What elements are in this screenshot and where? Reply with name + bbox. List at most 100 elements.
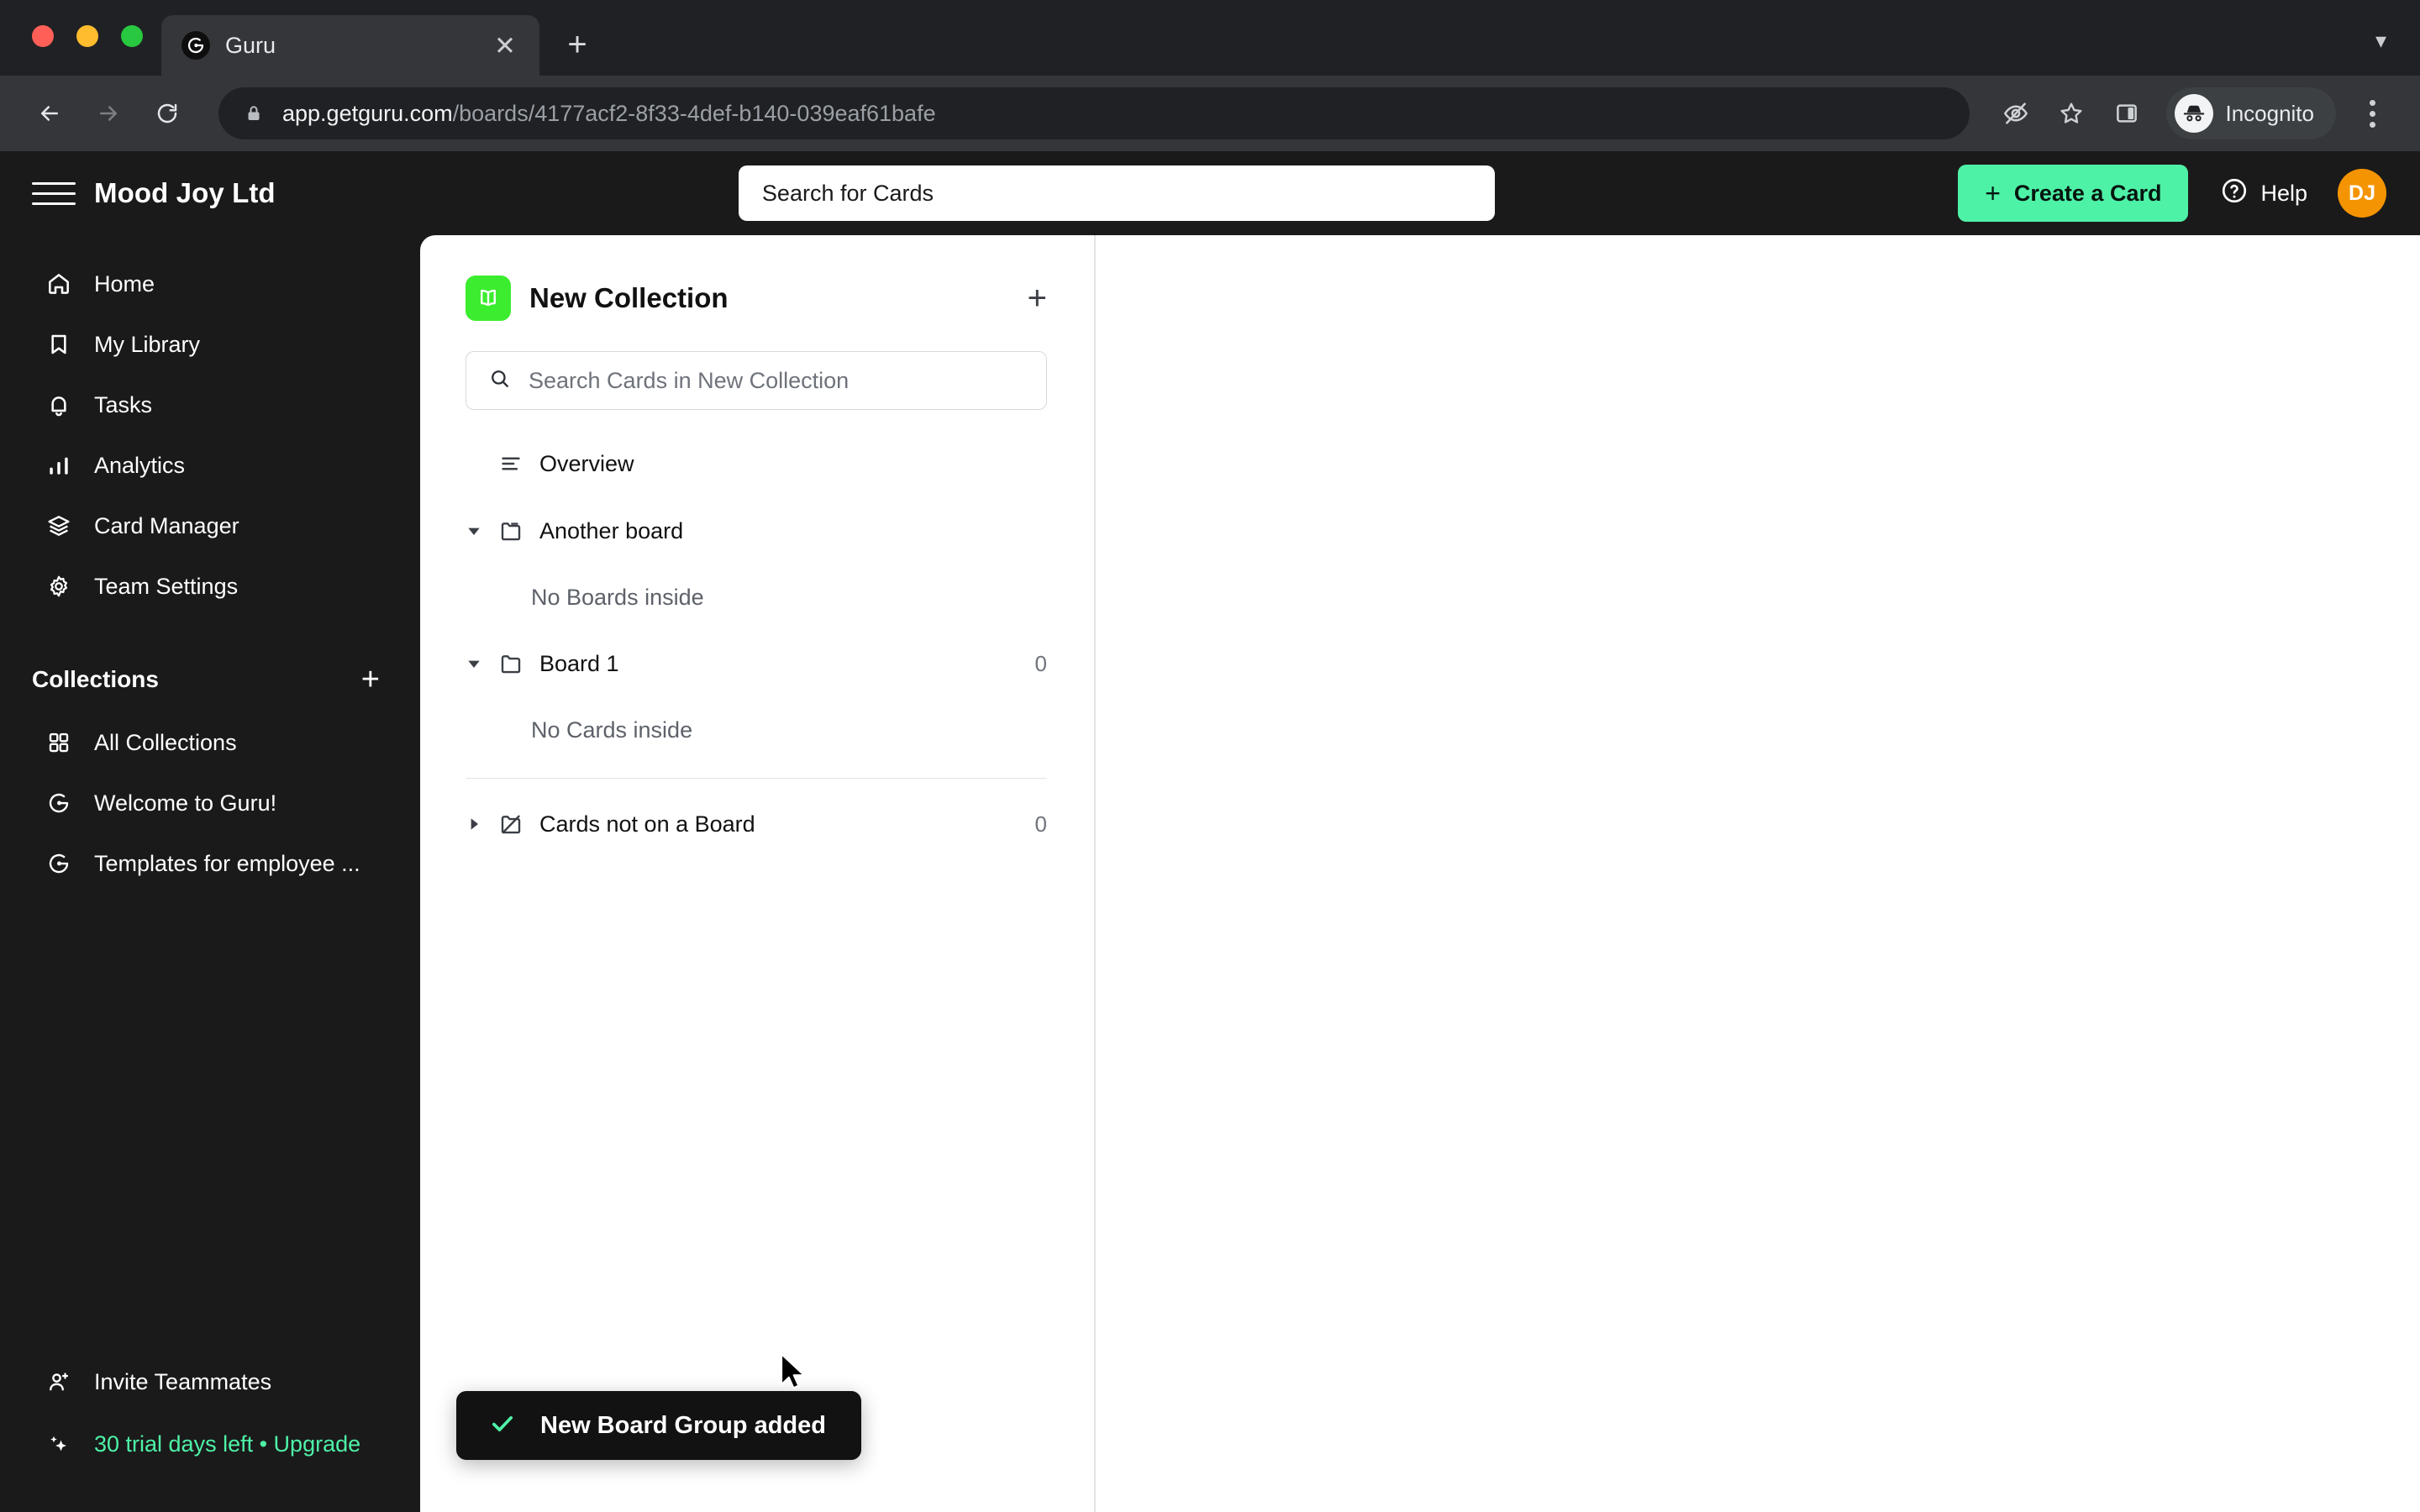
sidebar-item-label: My Library bbox=[94, 331, 201, 357]
guru-app: Mood Joy Ltd Search for Cards + Create a… bbox=[0, 151, 2420, 1512]
create-card-button[interactable]: + Create a Card bbox=[1958, 165, 2189, 222]
collection-search-placeholder: Search Cards in New Collection bbox=[529, 367, 850, 393]
tree-item-label: Overview bbox=[539, 450, 634, 476]
star-icon[interactable] bbox=[2045, 87, 2097, 139]
toast-notification: New Board Group added bbox=[456, 1391, 861, 1460]
search-placeholder: Search for Cards bbox=[761, 180, 934, 206]
eye-slash-icon[interactable] bbox=[1990, 87, 2042, 139]
sidebar-item-label: Tasks bbox=[94, 391, 153, 417]
header-search-wrap: Search for Cards bbox=[276, 165, 1959, 221]
sidebar-item-all-collections[interactable]: All Collections bbox=[0, 712, 420, 773]
plus-icon[interactable]: + bbox=[553, 20, 602, 69]
grid-icon bbox=[44, 727, 74, 758]
incognito-indicator[interactable]: Incognito bbox=[2166, 87, 2336, 139]
team-name: Mood Joy Ltd bbox=[94, 177, 276, 208]
sidebar-item-card-manager[interactable]: Card Manager bbox=[0, 496, 420, 556]
board-tree: Overview Another board No Boards inside … bbox=[420, 430, 1094, 858]
kebab-menu-icon[interactable] bbox=[2348, 87, 2396, 139]
tree-item-label: Board 1 bbox=[539, 650, 619, 676]
layers-icon bbox=[44, 511, 74, 541]
address-bar-url: app.getguru.com/boards/4177acf2-8f33-4de… bbox=[282, 101, 936, 127]
caret-down-icon[interactable] bbox=[466, 522, 494, 539]
window-controls bbox=[0, 25, 143, 76]
collections-title: Collections bbox=[32, 666, 159, 692]
close-window-button[interactable] bbox=[32, 25, 54, 47]
toolbar-actions: Incognito bbox=[1990, 87, 2396, 139]
url-host: app.getguru.com bbox=[282, 100, 453, 126]
tree-item-label: Another board bbox=[539, 517, 684, 543]
sidebar-item-team-settings[interactable]: Team Settings bbox=[0, 556, 420, 617]
bookmark-icon bbox=[44, 329, 74, 360]
folder-icon bbox=[494, 651, 528, 676]
board-detail-pane bbox=[1096, 235, 2420, 1512]
plus-icon[interactable]: + bbox=[1028, 281, 1047, 315]
tree-item-another-board[interactable]: Another board bbox=[420, 497, 1094, 564]
tree-empty-no-boards: No Boards inside bbox=[531, 584, 704, 610]
page-title: New Collection bbox=[529, 282, 729, 313]
browser-tab-title: Guru bbox=[225, 32, 276, 58]
app-body: Home My Library Tasks Analytics Card Man… bbox=[0, 235, 2420, 1512]
sidebar-item-label: Templates for employee ... bbox=[94, 850, 360, 876]
sidebar-item-my-library[interactable]: My Library bbox=[0, 314, 420, 375]
minimize-window-button[interactable] bbox=[76, 25, 98, 47]
collection-tree-panel: New Collection + Search Cards in New Col… bbox=[420, 235, 1094, 1512]
browser-window: Guru ✕ + ▾ app.getguru.com/boards/4177ac… bbox=[0, 0, 2420, 1512]
sparkle-icon bbox=[44, 1429, 74, 1459]
person-plus-icon bbox=[44, 1367, 74, 1397]
back-arrow-icon[interactable] bbox=[24, 87, 76, 139]
trial-upgrade-link[interactable]: 30 trial days left • Upgrade bbox=[0, 1413, 420, 1475]
reload-icon[interactable] bbox=[141, 87, 193, 139]
sidebar-item-home[interactable]: Home bbox=[0, 254, 420, 314]
overview-lines-icon bbox=[494, 451, 528, 476]
close-icon[interactable]: ✕ bbox=[487, 28, 523, 63]
plus-icon[interactable]: + bbox=[361, 664, 380, 696]
sidebar-item-welcome-to-guru[interactable]: Welcome to Guru! bbox=[0, 773, 420, 833]
chevron-down-icon[interactable]: ▾ bbox=[2375, 28, 2386, 54]
sidebar-item-label: All Collections bbox=[94, 729, 237, 755]
sidebar-item-tasks[interactable]: Tasks bbox=[0, 375, 420, 435]
sidebar-nav: Home My Library Tasks Analytics Card Man… bbox=[0, 235, 420, 617]
sidebar-item-templates[interactable]: Templates for employee ... bbox=[0, 833, 420, 894]
maximize-window-button[interactable] bbox=[121, 25, 143, 47]
incognito-label: Incognito bbox=[2225, 100, 2314, 126]
caret-right-icon[interactable] bbox=[466, 816, 494, 832]
avatar[interactable]: DJ bbox=[2338, 169, 2386, 218]
tree-item-cards-not-on-a-board[interactable]: Cards not on a Board 0 bbox=[420, 790, 1094, 858]
guru-logo-icon bbox=[44, 848, 74, 879]
guru-logo-icon bbox=[182, 31, 210, 60]
sidebar-item-label: Home bbox=[94, 270, 155, 297]
tree-empty-no-cards: No Cards inside bbox=[531, 717, 693, 743]
forward-arrow-icon[interactable] bbox=[82, 87, 134, 139]
tree-item-count: 0 bbox=[1034, 811, 1047, 837]
sidebar-item-label: Analytics bbox=[94, 452, 186, 478]
sidebar-footer: Invite Teammates 30 trial days left • Up… bbox=[0, 1351, 420, 1475]
help-label: Help bbox=[2260, 180, 2307, 206]
create-card-label: Create a Card bbox=[2013, 180, 2162, 206]
bell-icon bbox=[44, 390, 74, 420]
sidebar-item-label: Card Manager bbox=[94, 512, 239, 538]
tree-item-board-1[interactable]: Board 1 0 bbox=[420, 630, 1094, 697]
tree-item-overview[interactable]: Overview bbox=[420, 430, 1094, 497]
content-panel: New Collection + Search Cards in New Col… bbox=[420, 235, 2420, 1512]
sidebar: Home My Library Tasks Analytics Card Man… bbox=[0, 235, 420, 1512]
side-panel-icon[interactable] bbox=[2101, 87, 2153, 139]
invite-teammates-button[interactable]: Invite Teammates bbox=[0, 1351, 420, 1413]
incognito-hat-icon bbox=[2175, 94, 2214, 133]
open-book-icon bbox=[466, 276, 511, 321]
sidebar-item-analytics[interactable]: Analytics bbox=[0, 435, 420, 496]
browser-tab[interactable]: Guru ✕ bbox=[161, 15, 539, 76]
gear-icon bbox=[44, 571, 74, 601]
search-input[interactable]: Search for Cards bbox=[738, 165, 1495, 221]
sidebar-item-label: Team Settings bbox=[94, 573, 239, 599]
help-button[interactable]: Help bbox=[2220, 176, 2307, 211]
header-actions: + Create a Card Help DJ bbox=[1958, 165, 2386, 222]
app-header: Mood Joy Ltd Search for Cards + Create a… bbox=[0, 151, 2420, 235]
address-bar[interactable]: app.getguru.com/boards/4177acf2-8f33-4de… bbox=[218, 87, 1970, 139]
url-path: /boards/4177acf2-8f33-4def-b140-039eaf61… bbox=[452, 100, 936, 126]
collection-search-input[interactable]: Search Cards in New Collection bbox=[466, 351, 1047, 410]
collection-header: New Collection + bbox=[420, 235, 1094, 321]
bar-chart-icon bbox=[44, 450, 74, 480]
search-icon bbox=[488, 367, 512, 395]
hamburger-icon[interactable] bbox=[32, 171, 76, 215]
caret-down-icon[interactable] bbox=[466, 655, 494, 672]
